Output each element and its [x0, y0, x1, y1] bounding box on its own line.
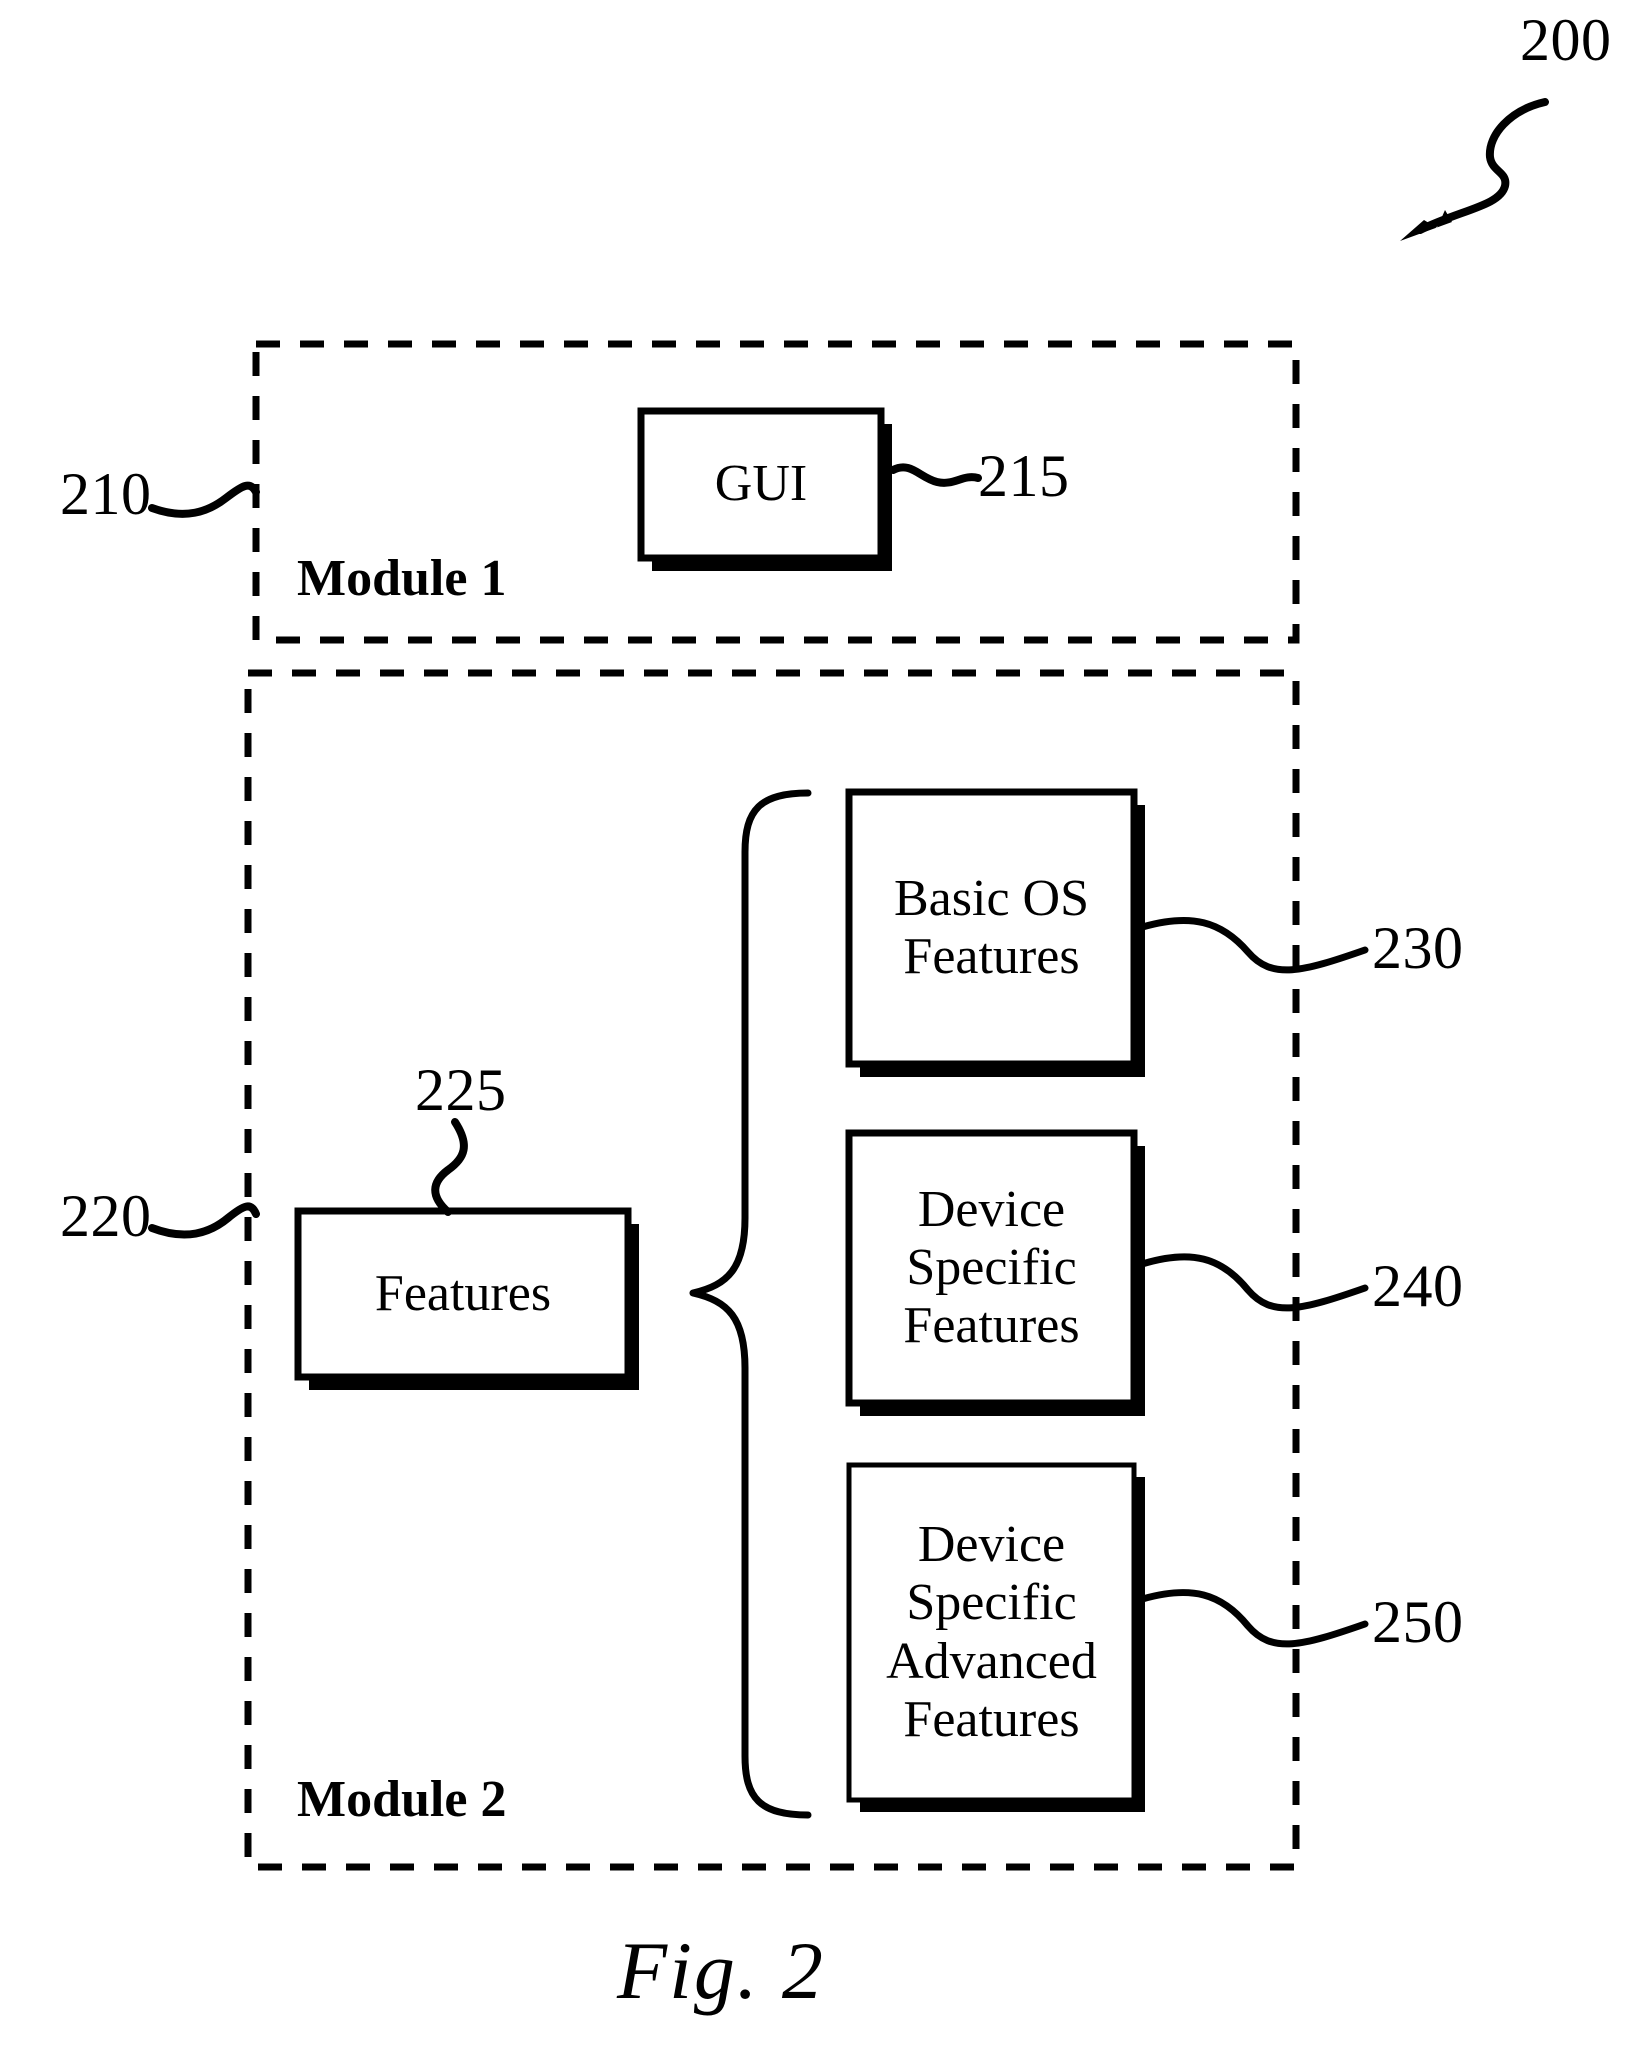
ref-210-lead-line	[148, 481, 260, 518]
ref-numeral-225: 225	[415, 1057, 507, 1123]
ref-220-lead-line	[148, 1202, 260, 1239]
ref-230-lead-line	[1135, 916, 1369, 974]
ref-200-lead-line	[1416, 98, 1549, 234]
ref-numeral-220: 220	[60, 1183, 152, 1249]
ref-215-lead-line	[889, 463, 982, 487]
module-2-label: Module 2	[297, 1771, 507, 1828]
ref-numeral-250: 250	[1372, 1589, 1464, 1655]
ref-240-lead-line	[1135, 1253, 1369, 1312]
ref-numeral-215: 215	[978, 443, 1070, 509]
features-box	[294, 1207, 632, 1381]
module-1-label: Module 1	[297, 550, 507, 607]
figure-drawing-canvas	[148, 98, 1549, 1871]
ref-numeral-200: 200	[1520, 7, 1612, 73]
ref-numeral-240: 240	[1372, 1253, 1464, 1319]
gui-box	[637, 407, 885, 562]
ref-200-arrowhead	[1400, 210, 1452, 241]
patent-figure-page: 200 210 215 220 225 230 240 250 Module 1…	[0, 0, 1635, 2051]
ref-numeral-230: 230	[1372, 915, 1464, 981]
ref-225-lead-line	[431, 1118, 468, 1216]
basic-os-features-box	[845, 788, 1138, 1068]
ref-250-lead-line	[1135, 1589, 1369, 1648]
ref-numeral-210: 210	[60, 461, 152, 527]
figure-caption: Fig. 2	[617, 1925, 825, 2016]
device-specific-advanced-features-box	[846, 1462, 1137, 1803]
device-specific-features-box	[845, 1129, 1138, 1407]
features-grouping-brace	[689, 789, 812, 1819]
